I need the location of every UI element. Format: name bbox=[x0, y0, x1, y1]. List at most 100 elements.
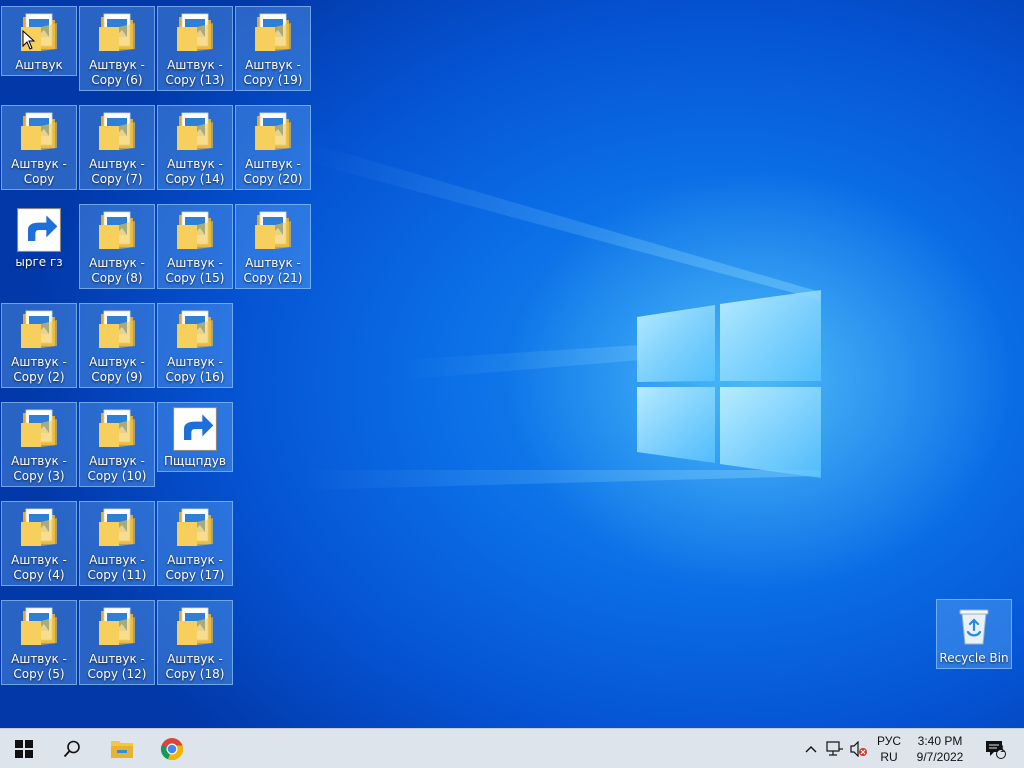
desktop-folder[interactable]: Аштвук - Copy (17) bbox=[157, 501, 233, 586]
clock-time: 3:40 PM bbox=[917, 733, 963, 748]
folder-icon bbox=[95, 605, 139, 649]
chevron-up-icon bbox=[805, 745, 817, 752]
desktop-folder[interactable]: Аштвук - Copy (10) bbox=[79, 402, 155, 487]
search-button[interactable] bbox=[48, 729, 96, 768]
recycle-bin[interactable]: Recycle Bin bbox=[936, 599, 1012, 669]
desktop-folder[interactable]: Аштвук - Copy (2) bbox=[1, 303, 77, 388]
icon-label: Пщщпдув bbox=[164, 454, 226, 468]
folder-icon bbox=[95, 110, 139, 154]
input-language-button[interactable]: РУС RU bbox=[872, 729, 906, 768]
desktop-folder[interactable]: Аштвук - Copy (11) bbox=[79, 501, 155, 586]
desktop-folder[interactable]: Аштвук - Copy (16) bbox=[157, 303, 233, 388]
icon-label: Аштвук - Copy (10) bbox=[87, 454, 147, 483]
folder-icon bbox=[95, 11, 139, 55]
windows-logo-icon bbox=[15, 739, 33, 758]
chrome-icon bbox=[160, 737, 184, 760]
folder-icon bbox=[17, 308, 61, 352]
folder-icon bbox=[95, 506, 139, 550]
icon-label: Аштвук - Copy (7) bbox=[89, 157, 145, 186]
folder-icon bbox=[173, 506, 217, 550]
desktop-folder[interactable]: Аштвук bbox=[1, 6, 77, 76]
desktop-folder[interactable]: Аштвук - Copy (21) bbox=[235, 204, 311, 289]
folder-icon bbox=[95, 209, 139, 253]
icon-label: Аштвук - Copy (9) bbox=[89, 355, 145, 384]
desktop-folder[interactable]: Аштвук - Copy (7) bbox=[79, 105, 155, 190]
icon-label: Аштвук - Copy (16) bbox=[165, 355, 225, 384]
file-explorer-button[interactable] bbox=[98, 729, 146, 768]
folder-icon bbox=[251, 209, 295, 253]
folder-icon bbox=[173, 605, 217, 649]
icon-label: Аштвук - Copy (13) bbox=[165, 58, 225, 87]
chrome-shortcut[interactable]: Пщщпдув bbox=[157, 402, 233, 472]
folder-icon bbox=[95, 407, 139, 451]
file-explorer-icon bbox=[111, 740, 133, 758]
desktop-folder[interactable]: Аштвук - Copy bbox=[1, 105, 77, 190]
desktop[interactable]: Аштвук Аштвук - Copy ыргe гз Аштвук - Copy … bbox=[0, 0, 1024, 728]
start-button[interactable] bbox=[0, 729, 48, 768]
folder-icon bbox=[173, 209, 217, 253]
desktop-folder[interactable]: Аштвук - Copy (12) bbox=[79, 600, 155, 685]
recycle-bin-icon bbox=[952, 604, 996, 648]
notification-count: 1 bbox=[1000, 744, 1006, 754]
network-disconnected-icon bbox=[826, 740, 843, 756]
desktop-folder[interactable]: Аштвук - Copy (4) bbox=[1, 501, 77, 586]
folder-icon bbox=[173, 11, 217, 55]
icon-label: Аштвук - Copy (4) bbox=[11, 553, 67, 582]
folder-icon bbox=[251, 110, 295, 154]
folder-icon bbox=[173, 110, 217, 154]
desktop-folder[interactable]: Аштвук - Copy (14) bbox=[157, 105, 233, 190]
icon-label: Аштвук - Copy (14) bbox=[165, 157, 225, 186]
desktop-folder[interactable]: Аштвук - Copy (20) bbox=[235, 105, 311, 190]
desktop-folder[interactable]: Аштвук - Copy (15) bbox=[157, 204, 233, 289]
folder-icon bbox=[251, 11, 295, 55]
action-center-button[interactable]: 1 bbox=[978, 729, 1012, 768]
desktop-folder[interactable]: Аштвук - Copy (8) bbox=[79, 204, 155, 289]
app-shortcut[interactable]: ыргe гз bbox=[1, 204, 77, 272]
clock-button[interactable]: 3:40 PM 9/7/2022 bbox=[910, 729, 970, 768]
icon-label: Аштвук - Copy (15) bbox=[165, 256, 225, 285]
icon-label: Аштвук bbox=[15, 58, 63, 72]
mouse-cursor-icon bbox=[22, 30, 36, 50]
network-button[interactable] bbox=[823, 729, 847, 768]
desktop-folder[interactable]: Аштвук - Copy (18) bbox=[157, 600, 233, 685]
icon-label: Аштвук - Copy bbox=[11, 157, 67, 186]
desktop-folder[interactable]: Аштвук - Copy (3) bbox=[1, 402, 77, 487]
search-icon bbox=[63, 740, 80, 757]
app-icon bbox=[17, 208, 61, 252]
language-region: RU bbox=[880, 749, 898, 764]
desktop-folder[interactable]: Аштвук - Copy (5) bbox=[1, 600, 77, 685]
icon-label: Аштвук - Copy (12) bbox=[87, 652, 147, 681]
icon-label: Аштвук - Copy (11) bbox=[87, 553, 147, 582]
language-code: РУС bbox=[876, 733, 902, 748]
icon-label: Аштвук - Copy (21) bbox=[243, 256, 303, 285]
shortcut-arrow-icon bbox=[173, 407, 217, 451]
icon-label: Аштвук - Copy (18) bbox=[165, 652, 225, 681]
folder-icon bbox=[17, 605, 61, 649]
folder-icon bbox=[17, 407, 61, 451]
shortcut-arrow-icon bbox=[17, 208, 61, 252]
chrome-taskbar-button[interactable] bbox=[148, 729, 196, 768]
icon-label: Аштвук - Copy (5) bbox=[11, 652, 67, 681]
icon-label: Аштвук - Copy (6) bbox=[89, 58, 145, 87]
volume-muted-icon bbox=[850, 740, 867, 757]
desktop-folder[interactable]: Аштвук - Copy (6) bbox=[79, 6, 155, 91]
desktop-folder[interactable]: Аштвук - Copy (19) bbox=[235, 6, 311, 91]
taskbar: РУС RU 3:40 PM 9/7/2022 1 bbox=[0, 728, 1024, 768]
icon-label: ыргe гз bbox=[15, 255, 63, 269]
chrome-icon bbox=[173, 407, 217, 451]
icon-label: Аштвук - Copy (2) bbox=[11, 355, 67, 384]
folder-icon bbox=[17, 110, 61, 154]
clock-date: 9/7/2022 bbox=[916, 749, 964, 764]
recycle-bin-label: Recycle Bin bbox=[939, 651, 1009, 665]
icon-label: Аштвук - Copy (17) bbox=[165, 553, 225, 582]
icon-label: Аштвук - Copy (19) bbox=[243, 58, 303, 87]
folder-icon bbox=[95, 308, 139, 352]
folder-icon bbox=[17, 506, 61, 550]
folder-icon bbox=[173, 308, 217, 352]
show-hidden-icons-button[interactable] bbox=[802, 729, 820, 768]
icon-label: Аштвук - Copy (3) bbox=[11, 454, 67, 483]
desktop-folder[interactable]: Аштвук - Copy (9) bbox=[79, 303, 155, 388]
desktop-folder[interactable]: Аштвук - Copy (13) bbox=[157, 6, 233, 91]
volume-button[interactable] bbox=[848, 729, 870, 768]
icon-label: Аштвук - Copy (20) bbox=[243, 157, 303, 186]
